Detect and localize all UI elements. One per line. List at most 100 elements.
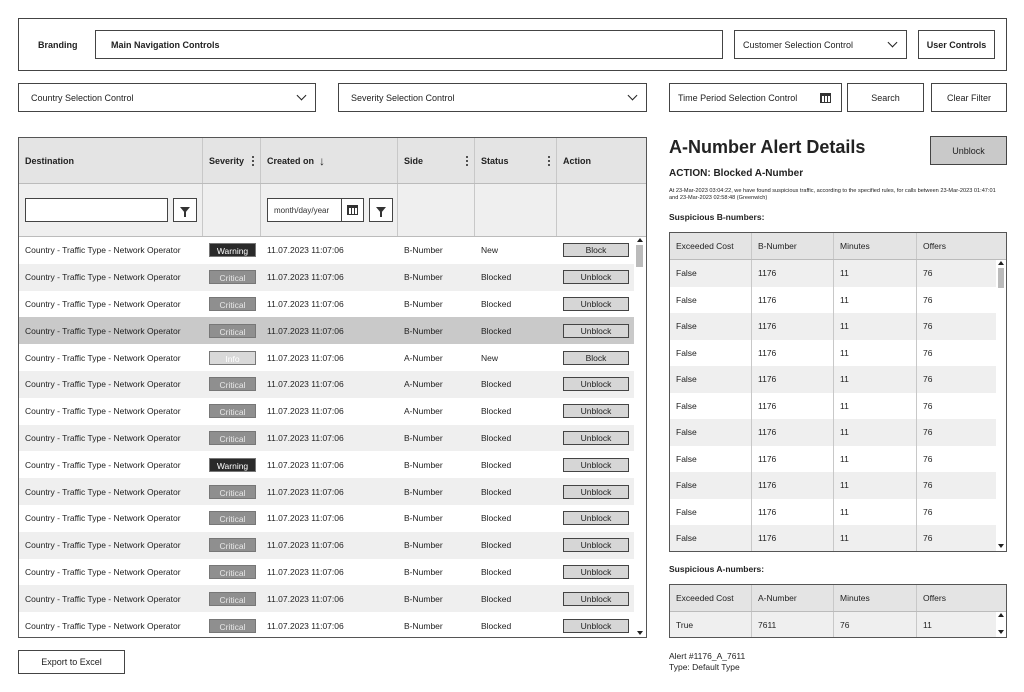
- scroll-up-icon[interactable]: [998, 261, 1004, 265]
- branding-logo[interactable]: Branding: [38, 40, 78, 50]
- b-table-cell: False: [670, 366, 752, 393]
- unblock-button[interactable]: Unblock: [563, 484, 629, 499]
- b-table-row: False 1176 11 76: [670, 313, 1006, 340]
- column-header-side[interactable]: Side: [398, 138, 475, 183]
- block-button[interactable]: Block: [563, 243, 629, 258]
- unblock-button[interactable]: Unblock: [563, 511, 629, 526]
- table-row[interactable]: Country - Traffic Type - Network Operato…: [19, 585, 646, 613]
- severity-badge: Critical: [209, 511, 256, 526]
- severity-cell: Info: [203, 350, 261, 365]
- unblock-button[interactable]: Unblock: [563, 457, 629, 472]
- action-cell: Unblock: [557, 377, 646, 392]
- arrow-down-icon[interactable]: ↓: [319, 154, 325, 168]
- unblock-button[interactable]: Unblock: [563, 296, 629, 311]
- table-row[interactable]: Country - Traffic Type - Network Operato…: [19, 478, 646, 505]
- unblock-button[interactable]: Unblock: [563, 538, 629, 553]
- column-header-severity[interactable]: Severity: [203, 138, 261, 183]
- user-controls-button[interactable]: User Controls: [918, 30, 995, 59]
- scrollbar-thumb[interactable]: [636, 245, 643, 267]
- table-row[interactable]: Country - Traffic Type - Network Operato…: [19, 559, 646, 586]
- destination-filter-input[interactable]: [25, 198, 168, 222]
- severity-cell: Warning: [203, 457, 261, 472]
- b-table-cell: 76: [923, 347, 933, 358]
- table-row[interactable]: Country - Traffic Type - Network Operato…: [19, 398, 646, 425]
- severity-badge: Critical: [209, 430, 256, 445]
- severity-badge: Critical: [209, 484, 256, 499]
- unblock-button[interactable]: Unblock: [563, 323, 629, 338]
- table-row[interactable]: Country - Traffic Type - Network Operato…: [19, 370, 646, 398]
- scrollbar-thumb[interactable]: [998, 268, 1004, 288]
- a-table-column-header: Minutes: [834, 585, 917, 611]
- a-table-body: True 7611 76 11: [670, 612, 1006, 637]
- time-period-select[interactable]: Time Period Selection Control: [669, 83, 842, 112]
- unblock-button[interactable]: Unblock: [563, 618, 629, 633]
- scroll-down-icon[interactable]: [998, 630, 1004, 634]
- table-row[interactable]: Country - Traffic Type - Network Operato…: [19, 263, 646, 291]
- details-unblock-button[interactable]: Unblock: [930, 136, 1007, 165]
- severity-filter-cell: [203, 184, 261, 236]
- export-excel-button[interactable]: Export to Excel: [18, 650, 125, 674]
- destination-filter-button[interactable]: [173, 198, 197, 222]
- calendar-button[interactable]: [341, 199, 363, 221]
- scroll-up-icon[interactable]: [998, 613, 1004, 617]
- side-cell: B-Number: [404, 593, 443, 604]
- kebab-menu-icon[interactable]: [252, 156, 254, 166]
- severity-select[interactable]: Severity Selection Control: [338, 83, 647, 112]
- table-row[interactable]: Country - Traffic Type - Network Operato…: [19, 531, 646, 559]
- status-cell: Blocked: [481, 298, 512, 309]
- b-table-cell: 11: [834, 366, 917, 393]
- kebab-menu-icon[interactable]: [466, 156, 468, 166]
- b-table-cell: 11: [834, 286, 917, 313]
- date-filter-input[interactable]: month/day/year: [267, 198, 364, 222]
- search-button[interactable]: Search: [847, 83, 924, 112]
- created-cell: 11.07.2023 11:07:06: [267, 245, 344, 256]
- scroll-up-icon[interactable]: [637, 238, 643, 242]
- b-table-column-header: Exceeded Cost: [670, 233, 752, 259]
- a-table-scrollbar[interactable]: [996, 612, 1006, 637]
- b-table-cell: 11: [834, 392, 917, 419]
- table-row[interactable]: Country - Traffic Type - Network Operato…: [19, 344, 646, 371]
- created-cell: 11.07.2023 11:07:06: [267, 620, 344, 631]
- severity-badge: Critical: [209, 377, 256, 392]
- side-cell: B-Number: [404, 620, 443, 631]
- table-row[interactable]: Country - Traffic Type - Network Operato…: [19, 612, 646, 637]
- column-header-created[interactable]: Created on ↓: [261, 138, 398, 183]
- table-row[interactable]: Country - Traffic Type - Network Operato…: [19, 237, 646, 264]
- calendar-icon: [820, 92, 831, 103]
- table-row[interactable]: Country - Traffic Type - Network Operato…: [19, 451, 646, 478]
- scroll-down-icon[interactable]: [637, 631, 643, 635]
- table-row[interactable]: Country - Traffic Type - Network Operato…: [19, 317, 646, 345]
- column-label: Side: [404, 155, 424, 166]
- b-table-scrollbar[interactable]: [996, 260, 1006, 551]
- action-filter-cell: [557, 184, 646, 236]
- kebab-menu-icon[interactable]: [548, 156, 550, 166]
- side-cell: B-Number: [404, 513, 443, 524]
- severity-cell: Critical: [203, 270, 261, 285]
- column-header-status[interactable]: Status: [475, 138, 557, 183]
- customer-select[interactable]: Customer Selection Control: [734, 30, 907, 59]
- b-table-row: False 1176 11 76: [670, 525, 1006, 551]
- table-row[interactable]: Country - Traffic Type - Network Operato…: [19, 291, 646, 318]
- main-navigation-label: Main Navigation Controls: [111, 39, 220, 50]
- block-button[interactable]: Block: [563, 350, 629, 365]
- unblock-button[interactable]: Unblock: [563, 564, 629, 579]
- clear-filter-button[interactable]: Clear Filter: [931, 83, 1007, 112]
- table-row[interactable]: Country - Traffic Type - Network Operato…: [19, 505, 646, 532]
- table-scrollbar[interactable]: [634, 238, 646, 637]
- unblock-button[interactable]: Unblock: [563, 270, 629, 285]
- scroll-down-icon[interactable]: [998, 544, 1004, 548]
- status-cell: New: [481, 245, 499, 256]
- country-select[interactable]: Country Selection Control: [18, 83, 316, 112]
- main-navigation[interactable]: Main Navigation Controls: [95, 30, 723, 59]
- side-cell: B-Number: [404, 298, 443, 309]
- b-table-row: False 1176 11 76: [670, 445, 1006, 472]
- unblock-button[interactable]: Unblock: [563, 430, 629, 445]
- b-table-header: Exceeded Cost B-Number Minutes Offers: [670, 233, 1006, 260]
- table-row[interactable]: Country - Traffic Type - Network Operato…: [19, 424, 646, 452]
- unblock-button[interactable]: Unblock: [563, 404, 629, 419]
- chevron-down-icon: [296, 90, 307, 101]
- date-filter-button[interactable]: [369, 198, 393, 222]
- action-cell: Block: [557, 243, 646, 258]
- unblock-button[interactable]: Unblock: [563, 377, 629, 392]
- unblock-button[interactable]: Unblock: [563, 591, 629, 606]
